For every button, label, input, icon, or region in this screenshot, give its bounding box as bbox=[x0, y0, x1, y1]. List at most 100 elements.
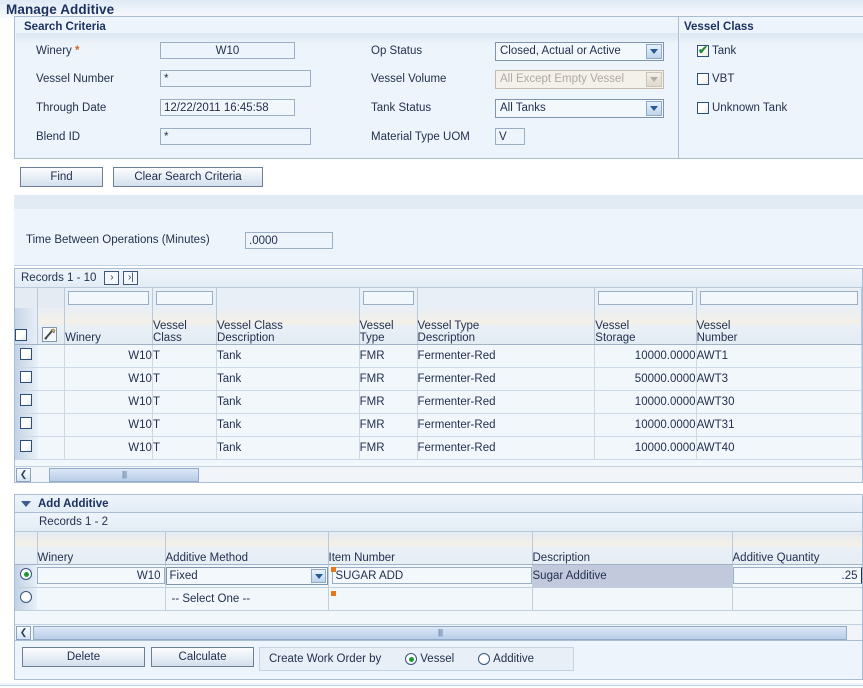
add-additive-hscrollbar[interactable]: ❮ bbox=[15, 624, 862, 640]
filter-input-winery[interactable] bbox=[68, 291, 149, 305]
last-page-icon[interactable]: ›| bbox=[123, 271, 139, 285]
column-header-vessel-class[interactable]: Vessel Class bbox=[152, 308, 218, 345]
row-edit-cell[interactable] bbox=[37, 367, 66, 391]
table-row[interactable]: W10 T Tank FMR Fermenter-Red 10000.0000 … bbox=[15, 436, 862, 460]
scroll-left-icon[interactable]: ❮ bbox=[16, 467, 31, 482]
filter-input-vessel-type[interactable] bbox=[362, 291, 414, 305]
filter-cell-vessel-class[interactable] bbox=[152, 288, 218, 308]
row-select-cell[interactable] bbox=[15, 436, 38, 460]
vessel-grid-scroll-thumb[interactable] bbox=[49, 467, 199, 482]
vessel-number-input[interactable] bbox=[160, 70, 311, 87]
op-status-select[interactable]: Closed, Actual or Active bbox=[495, 42, 664, 61]
radio-row-2-icon[interactable] bbox=[20, 591, 32, 603]
filter-cell-winery[interactable] bbox=[64, 288, 153, 308]
column-header-vessel-storage[interactable]: Vessel Storage bbox=[594, 308, 697, 345]
filter-input-vessel-number[interactable] bbox=[699, 291, 858, 305]
column-header-vessel-type-description[interactable]: Vessel Type Description bbox=[417, 308, 596, 345]
next-page-icon[interactable]: › bbox=[104, 271, 120, 285]
checkbox-row-icon[interactable] bbox=[20, 440, 33, 452]
cell-item-number[interactable] bbox=[328, 587, 533, 611]
filter-cell-vessel-storage[interactable] bbox=[594, 288, 697, 308]
cell-winery[interactable] bbox=[37, 587, 166, 611]
column-header-vessel-class-description[interactable]: Vessel Class Description bbox=[216, 308, 360, 345]
radio-vessel-icon[interactable] bbox=[405, 653, 418, 665]
checkbox-row-icon[interactable] bbox=[20, 348, 33, 360]
vessel-grid-scroll-track[interactable] bbox=[31, 467, 862, 482]
op-status-label: Op Status bbox=[371, 45, 423, 57]
time-between-operations-input[interactable] bbox=[245, 232, 333, 249]
additive-quantity-input-row-1[interactable] bbox=[732, 567, 861, 584]
list-item[interactable]: Fixed Sugar Additive bbox=[15, 564, 862, 588]
checkbox-select-all-icon[interactable] bbox=[15, 328, 27, 341]
column-header-winery[interactable]: Winery bbox=[37, 532, 166, 565]
checkbox-row-tank[interactable]: Tank bbox=[697, 43, 736, 57]
row-select-cell[interactable] bbox=[15, 367, 38, 391]
row-select-cell[interactable] bbox=[15, 390, 38, 414]
column-header-item-number[interactable]: Item Number bbox=[328, 532, 533, 565]
tank-status-select[interactable]: All Tanks bbox=[495, 99, 664, 118]
list-item[interactable]: -- Select One -- bbox=[15, 587, 862, 611]
cell-additive-quantity[interactable] bbox=[732, 587, 862, 611]
table-row[interactable]: W10 T Tank FMR Fermenter-Red 10000.0000 … bbox=[15, 413, 862, 437]
chevron-down-icon[interactable] bbox=[646, 101, 662, 116]
checkbox-vbt-icon[interactable] bbox=[697, 73, 709, 85]
blend-id-input[interactable] bbox=[160, 128, 311, 145]
calculate-button[interactable]: Calculate bbox=[151, 647, 254, 667]
row-radio-cell[interactable] bbox=[15, 587, 37, 611]
filter-input-vessel-storage[interactable] bbox=[598, 291, 693, 305]
cell-winery[interactable] bbox=[37, 564, 166, 588]
cell-additive-method[interactable]: Fixed bbox=[165, 564, 329, 588]
column-header-additive-method[interactable]: Additive Method bbox=[165, 532, 329, 565]
scroll-left-icon[interactable]: ❮ bbox=[16, 625, 31, 640]
delete-button[interactable]: Delete bbox=[22, 647, 145, 667]
column-header-description[interactable]: Description bbox=[532, 532, 733, 565]
row-edit-cell[interactable] bbox=[37, 390, 66, 414]
row-radio-cell[interactable] bbox=[15, 564, 37, 588]
column-header-vessel-number[interactable]: Vessel Number bbox=[696, 308, 862, 345]
through-date-input[interactable] bbox=[160, 99, 295, 116]
add-additive-scroll-thumb[interactable] bbox=[33, 625, 847, 640]
find-button[interactable]: Find bbox=[20, 167, 103, 187]
filter-cell-vessel-type[interactable] bbox=[359, 288, 418, 308]
checkbox-unknown-tank-icon[interactable] bbox=[697, 102, 709, 114]
row-edit-cell[interactable] bbox=[37, 344, 66, 368]
chevron-down-icon[interactable] bbox=[646, 44, 662, 59]
row-select-cell[interactable] bbox=[15, 344, 38, 368]
add-additive-scroll-track[interactable] bbox=[31, 625, 862, 640]
checkbox-row-icon[interactable] bbox=[20, 371, 33, 383]
radio-row-additive[interactable]: Additive bbox=[478, 653, 534, 665]
cell-additive-method[interactable]: -- Select One -- bbox=[165, 587, 329, 611]
row-edit-cell[interactable] bbox=[37, 436, 66, 460]
checkbox-row-icon[interactable] bbox=[20, 394, 33, 406]
checkbox-row-vbt[interactable]: VBT bbox=[697, 73, 734, 85]
row-edit-cell[interactable] bbox=[37, 413, 66, 437]
table-row[interactable]: W10 T Tank FMR Fermenter-Red 50000.0000 … bbox=[15, 367, 862, 391]
radio-row-1-icon[interactable] bbox=[20, 568, 32, 580]
column-header-vessel-type[interactable]: Vessel Type bbox=[359, 308, 418, 345]
table-row[interactable]: W10 T Tank FMR Fermenter-Red 10000.0000 … bbox=[15, 344, 862, 368]
column-header-winery[interactable]: Winery bbox=[64, 308, 153, 345]
column-header-additive-quantity[interactable]: Additive Quantity bbox=[732, 532, 862, 565]
radio-row-vessel[interactable]: Vessel bbox=[405, 653, 454, 665]
winery-input-row-1[interactable] bbox=[37, 567, 164, 584]
checkbox-row-unknown-tank[interactable]: Unknown Tank bbox=[697, 102, 787, 114]
additive-method-select-row-1[interactable]: Fixed bbox=[165, 566, 327, 585]
radio-additive-icon[interactable] bbox=[478, 653, 491, 665]
filter-input-vessel-class[interactable] bbox=[155, 291, 214, 305]
material-type-uom-input[interactable] bbox=[495, 128, 525, 145]
checkbox-tank-icon[interactable] bbox=[697, 43, 709, 57]
vessel-grid-hscrollbar[interactable]: ❮ bbox=[15, 466, 862, 482]
row-select-cell[interactable] bbox=[15, 413, 38, 437]
select-all-header[interactable] bbox=[15, 308, 39, 345]
add-additive-section-header[interactable]: Add Additive bbox=[14, 494, 863, 512]
item-number-input-row-1[interactable] bbox=[331, 567, 531, 584]
checkbox-row-icon[interactable] bbox=[20, 417, 33, 429]
chevron-down-icon[interactable] bbox=[310, 568, 326, 583]
filter-cell-vessel-number[interactable] bbox=[696, 288, 862, 308]
table-row[interactable]: W10 T Tank FMR Fermenter-Red 10000.0000 … bbox=[15, 390, 862, 414]
cell-item-number[interactable] bbox=[328, 564, 533, 588]
winery-input[interactable] bbox=[160, 42, 295, 59]
collapse-triangle-icon[interactable] bbox=[21, 500, 31, 507]
clear-search-criteria-button[interactable]: Clear Search Criteria bbox=[113, 167, 263, 187]
cell-additive-quantity[interactable] bbox=[732, 564, 862, 588]
